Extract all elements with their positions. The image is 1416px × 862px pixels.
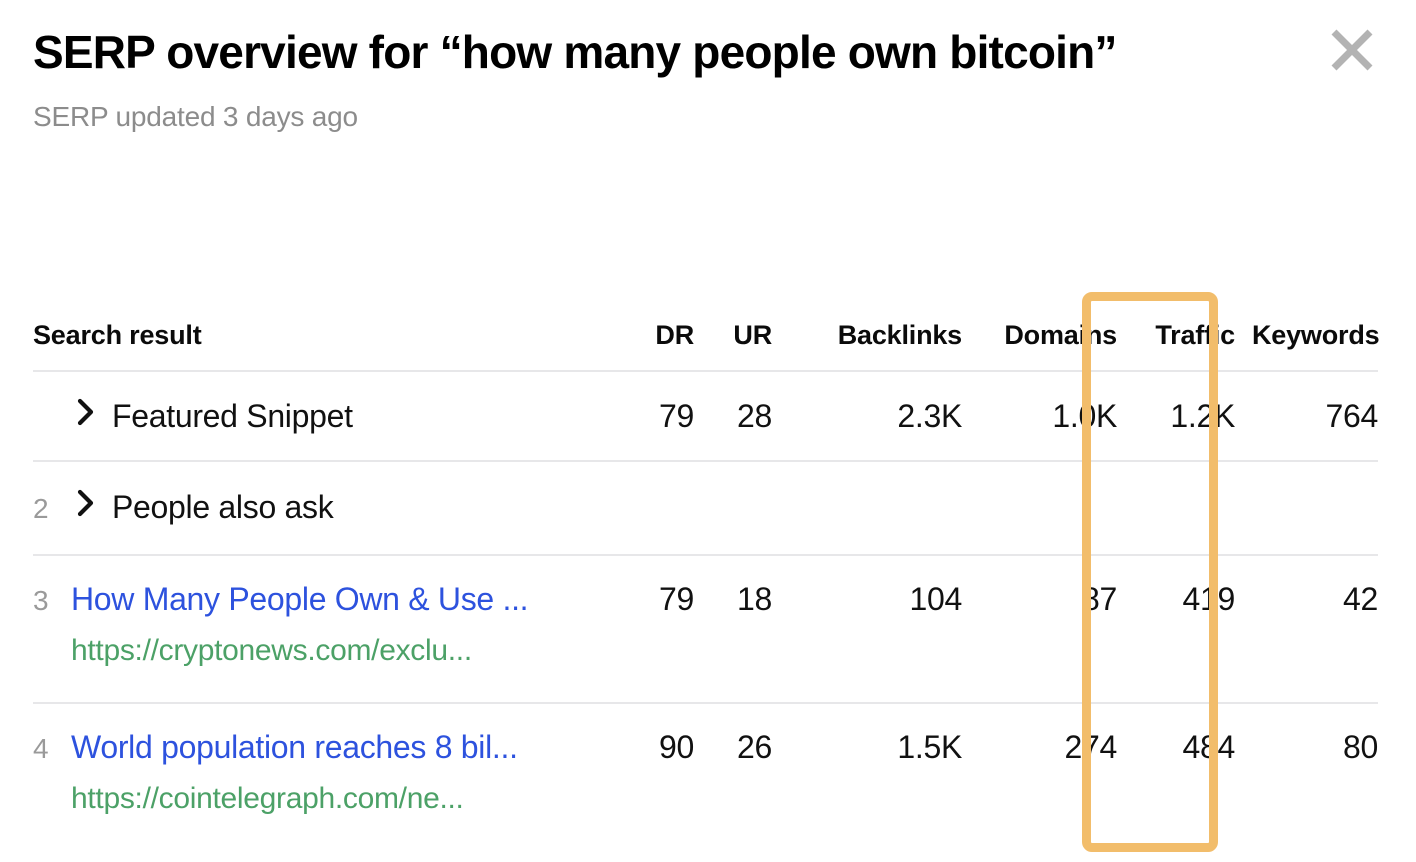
table-row[interactable]: 4 World population reaches 8 bil... http…	[33, 704, 1378, 852]
table-row[interactable]: 2 People also ask	[33, 462, 1378, 556]
cell-traffic: 1.2K	[1117, 397, 1252, 435]
result-cell: 2 People also ask	[33, 488, 645, 528]
chevron-right-icon[interactable]	[71, 488, 101, 518]
column-header-ur[interactable]: UR	[694, 319, 772, 351]
result-cell: 3 How Many People Own & Use ... https://…	[33, 580, 645, 669]
table-header-row: Search result DR UR Backlinks Domains Tr…	[33, 300, 1378, 372]
dialog-header: SERP overview for “how many people own b…	[33, 18, 1233, 134]
table-row[interactable]: 3 How Many People Own & Use ... https://…	[33, 556, 1378, 704]
serp-overview-dialog: SERP overview for “how many people own b…	[0, 0, 1416, 862]
column-header-traffic[interactable]: Traffic	[1117, 319, 1252, 351]
cell-ur: 18	[694, 580, 772, 618]
column-header-dr[interactable]: DR	[645, 319, 694, 351]
serp-results-table: Search result DR UR Backlinks Domains Tr…	[33, 300, 1378, 852]
column-header-backlinks[interactable]: Backlinks	[772, 319, 962, 351]
serp-updated-text: SERP updated 3 days ago	[33, 100, 1233, 134]
result-cell: 4 World population reaches 8 bil... http…	[33, 728, 645, 817]
cell-ur: 26	[694, 728, 772, 766]
cell-keywords: 764	[1252, 397, 1378, 435]
cell-domains: 274	[962, 728, 1117, 766]
column-header-keywords[interactable]: Keywords	[1252, 319, 1378, 351]
cell-backlinks: 2.3K	[772, 397, 962, 435]
column-header-search-result[interactable]: Search result	[33, 319, 645, 351]
cell-domains: 87	[962, 580, 1117, 618]
cell-keywords: 80	[1252, 728, 1378, 766]
result-cell: Featured Snippet	[33, 397, 645, 435]
result-rank: 3	[33, 582, 71, 620]
result-rank: 2	[33, 490, 71, 528]
result-title-link[interactable]: World population reaches 8 bil...	[71, 728, 518, 766]
result-title-link[interactable]: How Many People Own & Use ...	[71, 580, 528, 618]
cell-dr: 79	[645, 397, 694, 435]
cell-traffic: 419	[1117, 580, 1252, 618]
chevron-right-icon[interactable]	[71, 397, 101, 427]
cell-ur: 28	[694, 397, 772, 435]
cell-domains: 1.0K	[962, 397, 1117, 435]
cell-keywords: 42	[1252, 580, 1378, 618]
cell-dr: 90	[645, 728, 694, 766]
close-icon	[1329, 27, 1375, 73]
result-label: Featured Snippet	[112, 397, 353, 435]
cell-backlinks: 104	[772, 580, 962, 618]
cell-dr: 79	[645, 580, 694, 618]
result-rank: 4	[33, 730, 71, 768]
result-url-link[interactable]: https://cryptonews.com/exclu...	[71, 633, 637, 669]
result-url-link[interactable]: https://cointelegraph.com/ne...	[71, 781, 637, 817]
result-label: People also ask	[112, 488, 333, 526]
close-button[interactable]	[1320, 18, 1384, 82]
page-title: SERP overview for “how many people own b…	[33, 18, 1213, 86]
column-header-domains[interactable]: Domains	[962, 319, 1117, 351]
cell-traffic: 484	[1117, 728, 1252, 766]
table-row[interactable]: Featured Snippet 79 28 2.3K 1.0K 1.2K 76…	[33, 372, 1378, 462]
cell-backlinks: 1.5K	[772, 728, 962, 766]
